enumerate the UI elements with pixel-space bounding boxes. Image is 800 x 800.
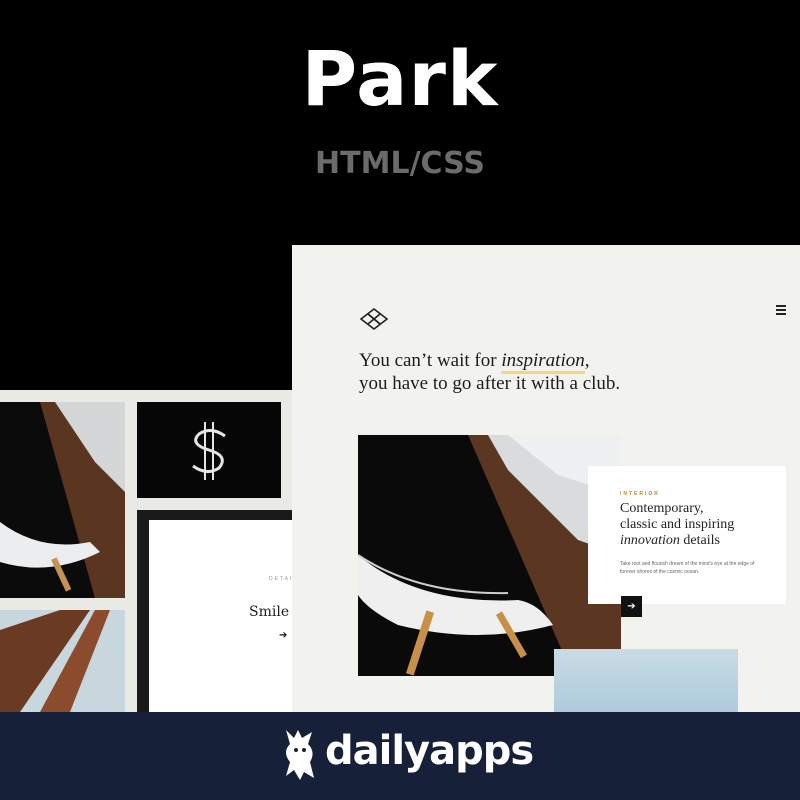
template-preview-page: You can’t wait for inspiration, you have… <box>292 245 800 712</box>
preview-collage: DETAIL Smile t ➔ <box>0 390 300 712</box>
promo-title: Park <box>301 34 499 123</box>
smile-page-card: DETAIL Smile t ➔ <box>137 510 299 712</box>
card-label: INTERIOR <box>620 491 660 497</box>
card-title: Contemporary, classic and inspiring inno… <box>620 501 735 548</box>
dollar-logo-icon <box>192 422 226 480</box>
smile-arrow-icon[interactable]: ➔ <box>279 630 287 641</box>
diamond-logo-icon[interactable] <box>359 307 389 331</box>
promo-subtitle: HTML/CSS <box>315 146 485 181</box>
brand-footer: dailyapps <box>0 712 800 800</box>
dollar-card <box>137 402 281 498</box>
card-body-text: Take root and flourish dream of the mind… <box>620 561 755 575</box>
brand-name: dailyapps <box>325 728 534 774</box>
interior-card: INTERIOR Contemporary, classic and inspi… <box>588 466 786 604</box>
chair-photo-small <box>0 402 125 598</box>
wood-photo <box>0 610 125 712</box>
chair-photo-large <box>358 435 621 676</box>
highlighted-word: inspiration <box>501 350 585 374</box>
next-arrow-button[interactable]: ➔ <box>621 596 642 617</box>
hero-headline: You can’t wait for inspiration, you have… <box>359 350 621 394</box>
sky-photo <box>554 649 738 712</box>
hamburger-menu-icon[interactable] <box>776 305 786 317</box>
mascot-logo-icon <box>286 730 314 780</box>
